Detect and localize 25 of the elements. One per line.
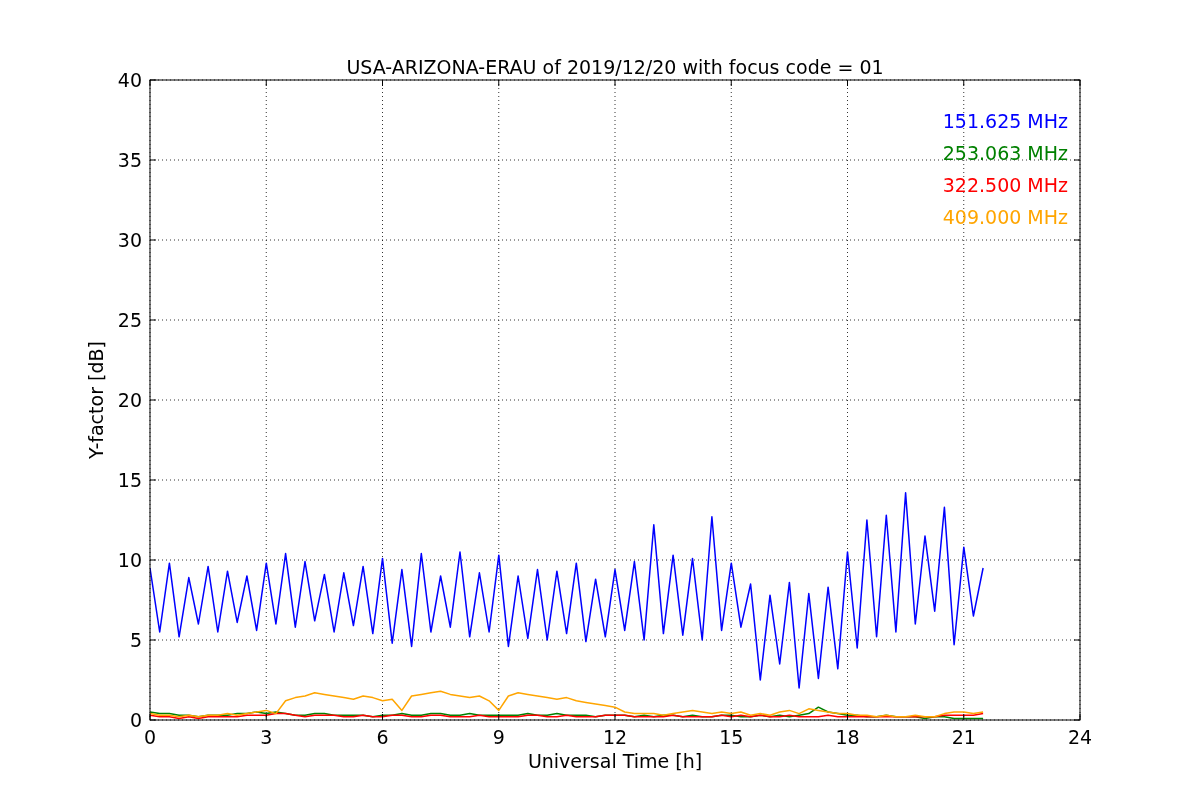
tick-label: 30 [117,229,142,251]
tick-label: 12 [602,726,628,748]
tick-label: 5 [129,629,142,651]
legend-label: 253.063 MHz [942,142,1068,164]
tick-label: 21 [951,726,976,748]
tick-label: 10 [117,549,142,571]
x-axis-label: Universal Time [h] [527,750,703,772]
tick-label: 25 [117,309,142,331]
tick-label: 35 [117,149,142,171]
tick-label: 20 [117,389,142,411]
tick-label: 40 [117,69,142,91]
tick-label: 0 [143,726,157,748]
legend-label: 151.625 MHz [942,110,1068,132]
tick-label: 15 [117,469,142,491]
tick-label: 18 [835,726,860,748]
tick-label: 6 [376,726,389,748]
legend-label: 409.000 MHz [942,206,1068,228]
chart-title: USA-ARIZONA-ERAU of 2019/12/20 with focus code = 01 [346,56,884,78]
tick-label: 15 [719,726,744,748]
y-axis-label: Y-factor [dB] [85,341,107,459]
tick-label: 3 [260,726,273,748]
tick-label: 0 [129,709,142,731]
tick-label: 24 [1067,726,1093,748]
legend-label: 322.500 MHz [942,174,1068,196]
tick-label: 9 [492,726,505,748]
